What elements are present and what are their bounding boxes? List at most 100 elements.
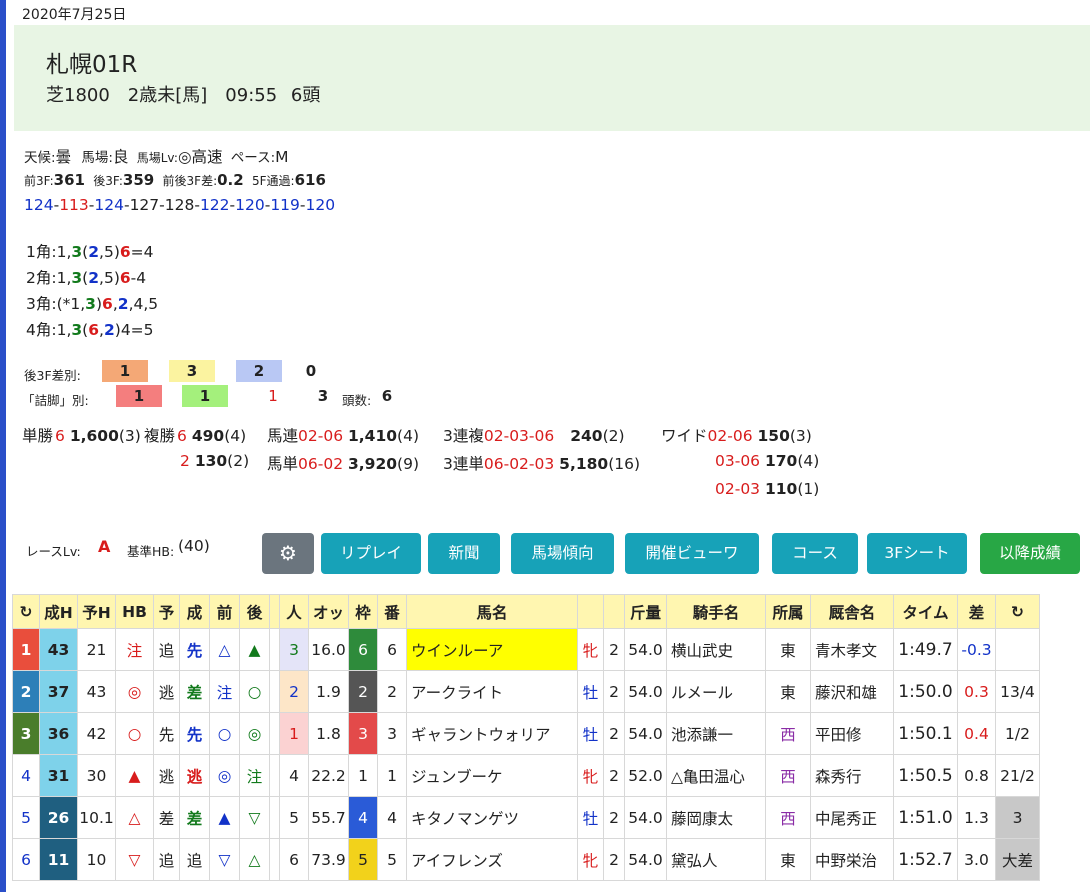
corner-order-1: 1角:1,3(2,5)6=4 — [26, 243, 154, 261]
cell-trainer[interactable]: 平田修 — [810, 712, 894, 755]
col-header[interactable]: 予 — [153, 594, 180, 629]
later-results-button[interactable]: 以降成績 — [980, 533, 1080, 574]
col-header[interactable]: 馬名 — [406, 594, 578, 629]
col-header[interactable]: 成H — [39, 594, 78, 629]
cell-stable-region: 西 — [765, 754, 811, 797]
cell-time: 1:50.5 — [893, 754, 958, 797]
cell-waku: 1 — [348, 754, 378, 797]
cell-trainer[interactable]: 藤沢和雄 — [810, 670, 894, 713]
cell-rank: 2 — [12, 670, 40, 713]
refresh-icon[interactable]: ↻ — [995, 594, 1040, 629]
cell-actual-style: 先 — [179, 712, 210, 755]
base-hb-value: (40) — [178, 537, 210, 555]
cell-hb-mark: ▲ — [115, 754, 154, 797]
cell-trainer[interactable]: 青木孝文 — [810, 628, 894, 671]
cell-jockey[interactable]: ルメール — [666, 670, 766, 713]
cell-pred-h: 10.1 — [77, 796, 116, 839]
cell-weight: 52.0 — [624, 754, 667, 797]
cell-hb-mark: ○ — [115, 712, 154, 755]
table-row[interactable]: 6 11 10 ▽ 追追 ▽ △ 6 73.9 5 5 アイフレンズ牝 2 54.0 黛弘人東中野栄治 1:5… — [12, 838, 1040, 881]
track-bias-button[interactable]: 馬場傾向 — [511, 533, 614, 574]
col-header[interactable]: タイム — [893, 594, 958, 629]
newspaper-button[interactable]: 新聞 — [428, 533, 500, 574]
cell-jockey[interactable]: 池添謙一 — [666, 712, 766, 755]
cell-jockey[interactable]: 横山武史 — [666, 628, 766, 671]
cell-jockey[interactable]: 黛弘人 — [666, 838, 766, 881]
cell-waku: 2 — [348, 670, 378, 713]
col-header[interactable]: オッ — [308, 594, 349, 629]
race-level-label: レースLv: — [26, 544, 81, 559]
col-header[interactable]: 差 — [957, 594, 996, 629]
cell-length: 大差 — [995, 838, 1040, 881]
cell-rank: 4 — [12, 754, 40, 797]
settings-button[interactable]: ⚙ — [262, 533, 314, 574]
cell-back-mark: ○ — [239, 670, 270, 713]
cell-jockey[interactable]: 藤岡康太 — [666, 796, 766, 839]
cell-h-score: 31 — [39, 754, 78, 797]
tsume-value-4: 3 — [317, 387, 329, 405]
col-header[interactable]: 番 — [377, 594, 407, 629]
col-header[interactable]: 予H — [77, 594, 116, 629]
course-button[interactable]: コース — [772, 533, 858, 574]
table-row[interactable]: 5 26 10.1 △ 差差 ▲ ▽ 5 55.7 4 4 キタノマンゲツ牡 2 54.0 藤岡康太西中尾秀… — [12, 796, 1040, 839]
cell-stable-region: 東 — [765, 838, 811, 881]
cell-time: 1:51.0 — [893, 796, 958, 839]
table-row[interactable]: 4 31 30 ▲ 逃逃 ◎ 注 4 22.2 1 1 ジュンブーケ牝 2 52.0 △亀田温心西森秀行 1:… — [12, 754, 1040, 797]
replay-button[interactable]: リプレイ — [321, 533, 421, 574]
cell-jockey[interactable]: △亀田温心 — [666, 754, 766, 797]
sectional-times: 前3F:361 後3F:359 前後3F差:0.2 5F通過:616 — [24, 171, 326, 189]
cell-horse-name[interactable]: アイフレンズ — [406, 838, 578, 881]
col-header[interactable]: 枠 — [348, 594, 378, 629]
cell-length — [995, 628, 1040, 671]
col-header[interactable]: 成 — [179, 594, 210, 629]
col-header[interactable]: 厩舎名 — [810, 594, 894, 629]
fukusho-payout-2: 2 130(2) — [180, 452, 250, 470]
cell-horse-number: 3 — [377, 712, 407, 755]
corner-order-4: 4角:1,3(6,2)4=5 — [26, 321, 154, 339]
cell-stable-region: 西 — [765, 712, 811, 755]
col-header[interactable]: 前 — [209, 594, 240, 629]
track-conditions: 天候:曇 馬場:良 馬場Lv:◎高速 ペース:M — [24, 148, 289, 166]
meeting-viewer-button[interactable]: 開催ビューワ — [625, 533, 759, 574]
table-row[interactable]: 3 36 42 ○ 先先 ○ ◎ 1 1.8 3 3 ギャラントウォリア牡 2 54.0 池添謙一西平田修 1… — [12, 712, 1040, 755]
col-header[interactable]: 後 — [239, 594, 270, 629]
cell-odds: 1.9 — [308, 670, 349, 713]
3f-sheet-button[interactable]: 3Fシート — [867, 533, 967, 574]
refresh-icon[interactable]: ↻ — [12, 594, 40, 629]
cell-weight: 54.0 — [624, 712, 667, 755]
cell-horse-name[interactable]: アークライト — [406, 670, 578, 713]
cell-trainer[interactable]: 中尾秀正 — [810, 796, 894, 839]
cell-horse-name[interactable]: ジュンブーケ — [406, 754, 578, 797]
cell-horse-name[interactable]: ギャラントウォリア — [406, 712, 578, 755]
tsume-value-1: 1 — [116, 385, 162, 407]
col-header[interactable]: 所属 — [765, 594, 811, 629]
race-level-value: A — [98, 537, 111, 556]
cell-front-mark: ◎ — [209, 754, 240, 797]
cell-hb-mark: ▽ — [115, 838, 154, 881]
cell-horse-number: 6 — [377, 628, 407, 671]
cell-margin: 0.4 — [957, 712, 996, 755]
col-header[interactable]: 人 — [279, 594, 309, 629]
table-row[interactable]: 2 37 43 ◎ 逃差注 ○ 2 1.9 2 2 アークライト牡 2 54.0 ルメール東藤沢和雄 1:5… — [12, 670, 1040, 713]
umaren-payout: 馬連02-06 1,410(4) — [267, 427, 419, 445]
cell-front-mark: 注 — [209, 670, 240, 713]
l3-diff-value-3: 2 — [236, 360, 282, 382]
cell-popularity: 2 — [279, 670, 309, 713]
cell-horse-name[interactable]: ウインルーア — [406, 628, 578, 671]
col-header[interactable]: HB — [115, 594, 154, 629]
cell-trainer[interactable]: 森秀行 — [810, 754, 894, 797]
col-header[interactable]: 斤量 — [624, 594, 667, 629]
cell-pred-style: 逃 — [153, 754, 180, 797]
corner-order-2: 2角:1,3(2,5)6-4 — [26, 269, 147, 287]
tsume-value-2: 1 — [182, 385, 228, 407]
l3-diff-value-2: 3 — [169, 360, 215, 382]
cell-actual-style: 追 — [179, 838, 210, 881]
cell-h-score: 36 — [39, 712, 78, 755]
cell-trainer[interactable]: 中野栄治 — [810, 838, 894, 881]
cell-horse-name[interactable]: キタノマンゲツ — [406, 796, 578, 839]
table-row[interactable]: 1 43 21 注追先 △ ▲ 3 16.0 6 6 ウインルーア牝 2 54.0 横山武史東青木孝文 1:… — [12, 628, 1040, 671]
cell-actual-style: 差 — [179, 796, 210, 839]
col-header[interactable]: 騎手名 — [666, 594, 766, 629]
cell-h-score: 37 — [39, 670, 78, 713]
cell-popularity: 6 — [279, 838, 309, 881]
